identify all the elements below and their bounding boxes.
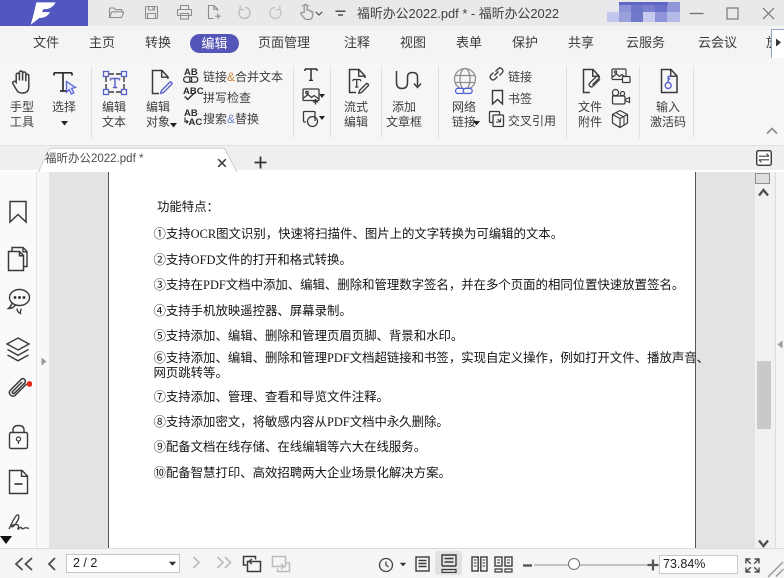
svg-text:ABC: ABC <box>183 86 204 97</box>
svg-text:AC: AC <box>189 117 203 126</box>
